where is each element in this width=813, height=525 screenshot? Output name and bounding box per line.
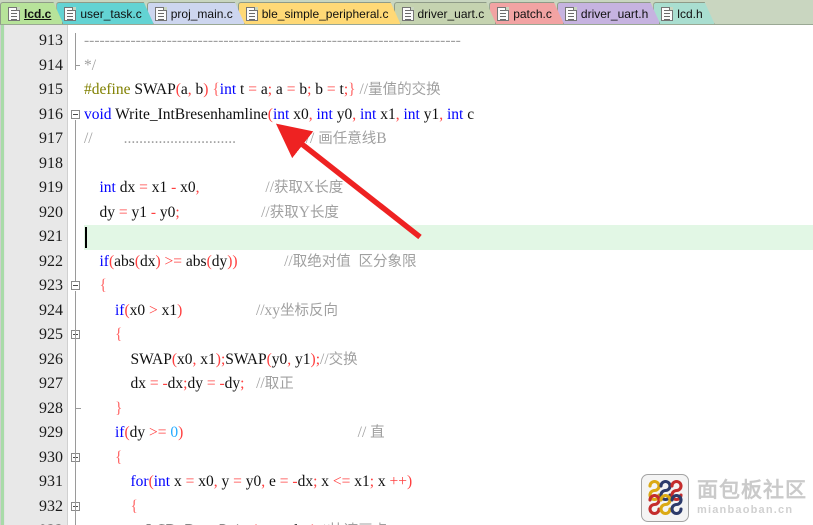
line-number: 919	[5, 176, 63, 201]
file-icon	[246, 7, 258, 21]
fold-toggle-icon[interactable]	[71, 110, 80, 119]
line-number: 923	[5, 274, 63, 299]
code-line[interactable]	[84, 152, 813, 177]
editor-tab-label: driver_uart.c	[418, 7, 485, 21]
code-line[interactable]: ----------------------------------------…	[84, 29, 813, 54]
code-line[interactable]: // ............................. // 画任意线…	[84, 127, 813, 152]
editor-tab-label: user_task.c	[80, 7, 141, 21]
line-number: 921	[5, 225, 63, 250]
code-line[interactable]: }	[84, 397, 813, 422]
editor-tab-user_task-c[interactable]: user_task.c	[56, 2, 153, 24]
watermark-cn-label: 面包板社区	[697, 480, 807, 501]
file-icon	[497, 7, 509, 21]
line-number: 914	[5, 54, 63, 79]
file-icon	[661, 7, 673, 21]
code-line[interactable]: {	[84, 274, 813, 299]
fold-connector-line	[75, 33, 76, 70]
line-number: 926	[5, 348, 63, 373]
fold-toggle-icon[interactable]	[71, 281, 80, 290]
editor-tab-ble_simple_peripheral-c[interactable]: ble_simple_peripheral.c	[238, 2, 401, 24]
code-line[interactable]: */	[84, 54, 813, 79]
line-number: 929	[5, 421, 63, 446]
code-line[interactable]: if(x0 > x1) //xy坐标反向	[84, 299, 813, 324]
file-icon	[565, 7, 577, 21]
fold-connector-line	[75, 512, 76, 525]
line-number: 916	[5, 103, 63, 128]
editor-tab-label: patch.c	[513, 7, 552, 21]
watermark-logo-icon	[641, 474, 689, 522]
code-line[interactable]: void Write_IntBresenhamline(int x0, int …	[84, 103, 813, 128]
code-line[interactable]: int dx = x1 - x0, //获取X长度	[84, 176, 813, 201]
watermark: 面包板社区 mianbaoban.cn	[641, 474, 807, 522]
line-number: 928	[5, 397, 63, 422]
line-number: 927	[5, 372, 63, 397]
editor-tab-driver_uart-h[interactable]: driver_uart.h	[557, 2, 660, 24]
line-number: 917	[5, 127, 63, 152]
editor-tab-label: lcd.h	[677, 7, 702, 21]
code-line[interactable]: SWAP(x0, x1);SWAP(y0, y1);//交换	[84, 348, 813, 373]
code-editor[interactable]: 9139149159169179189199209219229239249259…	[0, 25, 813, 525]
code-line[interactable]: dy = y1 - y0; //获取Y长度	[84, 201, 813, 226]
editor-tab-proj_main-c[interactable]: proj_main.c	[147, 2, 245, 24]
file-icon	[64, 7, 76, 21]
code-text-area[interactable]: ----------------------------------------…	[84, 25, 813, 525]
code-line[interactable]	[84, 225, 813, 250]
editor-tab-lcd-h[interactable]: lcd.h	[653, 2, 714, 24]
line-number: 932	[5, 495, 63, 520]
editor-tab-driver_uart-c[interactable]: driver_uart.c	[394, 2, 497, 24]
file-icon	[8, 7, 20, 21]
line-number: 925	[5, 323, 63, 348]
fold-connector-line	[75, 340, 76, 408]
line-number: 913	[5, 29, 63, 54]
editor-tab-label: lcd.c	[24, 7, 51, 21]
editor-tab-label: driver_uart.h	[581, 7, 648, 21]
code-line[interactable]: {	[84, 446, 813, 471]
line-number: 924	[5, 299, 63, 324]
code-line[interactable]: dx = -dx;dy = -dy; //取正	[84, 372, 813, 397]
watermark-en-label: mianbaoban.cn	[697, 505, 807, 516]
line-number: 920	[5, 201, 63, 226]
editor-tab-label: proj_main.c	[171, 7, 233, 21]
editor-tab-bar[interactable]: lcd.c user_task.c proj_main.c ble_simple_pe…	[0, 0, 813, 25]
line-number-gutter: 9139149159169179189199209219229239249259…	[5, 25, 68, 525]
editor-tab-lcd-c[interactable]: lcd.c	[0, 2, 63, 24]
line-number: 922	[5, 250, 63, 275]
line-number: 930	[5, 446, 63, 471]
line-number: 918	[5, 152, 63, 177]
line-number: 931	[5, 470, 63, 495]
fold-connector-line	[75, 120, 76, 282]
line-number: 915	[5, 78, 63, 103]
file-icon	[402, 7, 414, 21]
code-line[interactable]: if(dy >= 0) // 直	[84, 421, 813, 446]
watermark-text: 面包板社区 mianbaoban.cn	[697, 480, 807, 516]
code-line[interactable]: {	[84, 323, 813, 348]
file-icon	[155, 7, 167, 21]
code-folding-column[interactable]	[68, 25, 84, 525]
code-line[interactable]: #define SWAP(a, b) {int t = a; a = b; b …	[84, 78, 813, 103]
line-number: 933	[5, 519, 63, 525]
code-line[interactable]: if(abs(dx) >= abs(dy)) //取绝对值 区分象限	[84, 250, 813, 275]
editor-tab-label: ble_simple_peripheral.c	[262, 7, 389, 21]
editor-tab-patch-c[interactable]: patch.c	[489, 2, 564, 24]
